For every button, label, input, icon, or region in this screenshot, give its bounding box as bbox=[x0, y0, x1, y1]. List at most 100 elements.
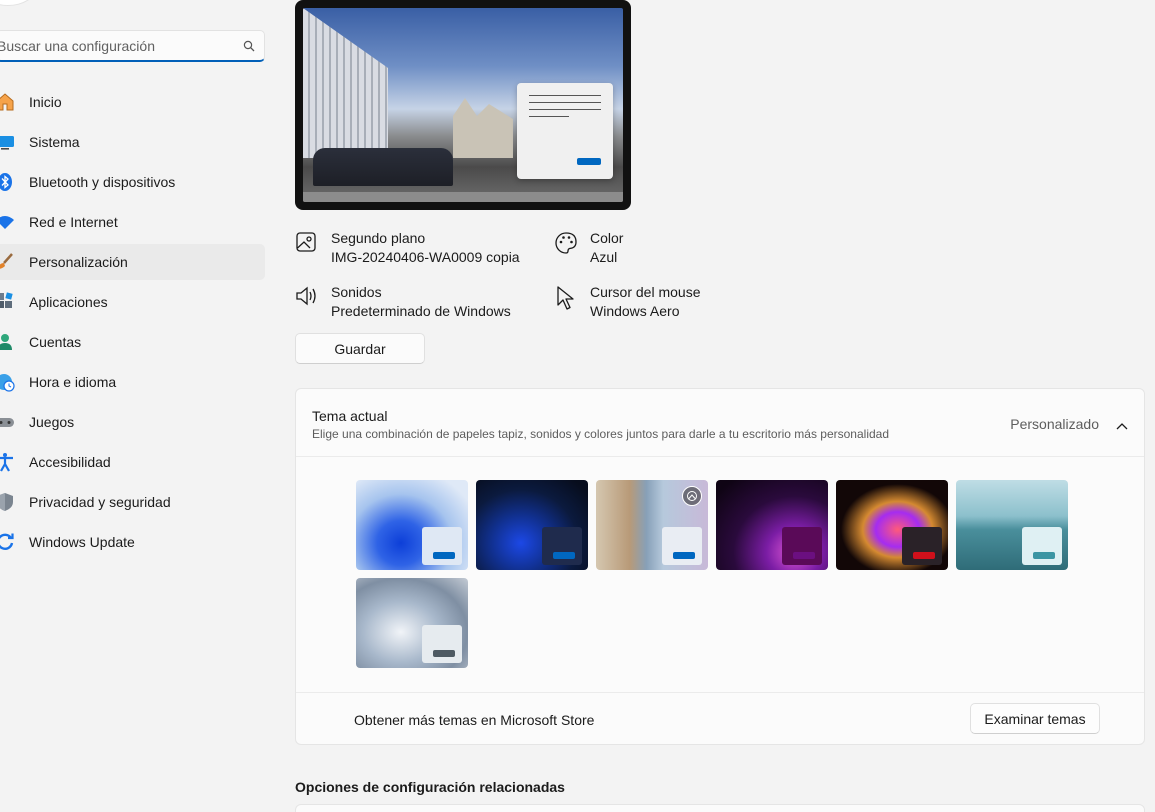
theme-thumbnail[interactable] bbox=[836, 480, 948, 570]
preview-window bbox=[517, 83, 613, 179]
theme-accent-bar bbox=[793, 552, 815, 559]
browse-themes-button[interactable]: Examinar temas bbox=[970, 703, 1100, 734]
theme-thumbnail[interactable] bbox=[356, 578, 468, 668]
gamepad-icon bbox=[0, 412, 16, 432]
sidebar-item-label: Personalización bbox=[29, 254, 128, 270]
sidebar-item-label: Juegos bbox=[29, 414, 75, 430]
background-setting[interactable]: Segundo plano IMG-20240406-WA0009 copia bbox=[295, 229, 535, 267]
sidebar-nav: Inicio Sistema Bluetooth y dispositivos … bbox=[0, 84, 265, 564]
theme-thumbnail[interactable] bbox=[716, 480, 828, 570]
preview-line bbox=[529, 116, 569, 117]
sidebar-item-label: Windows Update bbox=[29, 534, 135, 550]
theme-accent-bar bbox=[433, 552, 455, 559]
search-icon[interactable] bbox=[234, 40, 264, 52]
preview-button bbox=[577, 158, 601, 165]
theme-window-preview bbox=[422, 625, 462, 663]
accessibility-icon bbox=[0, 452, 16, 472]
sidebar-item-cuentas[interactable]: Cuentas bbox=[0, 324, 265, 360]
sidebar-item-label: Accesibilidad bbox=[29, 454, 111, 470]
sounds-value: Predeterminado de Windows bbox=[331, 303, 511, 319]
sidebar-item-aplicaciones[interactable]: Aplicaciones bbox=[0, 284, 265, 320]
background-title: Segundo plano bbox=[331, 230, 426, 246]
current-theme-card: Tema actual Elige una combinación de pap… bbox=[295, 388, 1145, 745]
wallpaper-road bbox=[303, 192, 623, 202]
speaker-icon bbox=[295, 285, 321, 310]
sidebar-item-windows-update[interactable]: Windows Update bbox=[0, 524, 265, 560]
shield-icon bbox=[0, 492, 16, 512]
search-input[interactable] bbox=[0, 31, 234, 60]
color-title: Color bbox=[590, 230, 624, 246]
theme-accent-bar bbox=[553, 552, 575, 559]
color-value: Azul bbox=[590, 249, 618, 265]
sidebar-item-label: Hora e idioma bbox=[29, 374, 117, 390]
sidebar-item-label: Red e Internet bbox=[29, 214, 118, 230]
current-theme-header[interactable]: Tema actual Elige una combinación de pap… bbox=[296, 389, 1144, 457]
store-text: Obtener más temas en Microsoft Store bbox=[354, 712, 595, 728]
sounds-title: Sonidos bbox=[331, 284, 382, 300]
sidebar-item-red[interactable]: Red e Internet bbox=[0, 204, 265, 240]
preview-line bbox=[529, 102, 601, 103]
theme-accent-bar bbox=[433, 650, 455, 657]
theme-thumbnail[interactable] bbox=[356, 480, 468, 570]
sidebar-item-juegos[interactable]: Juegos bbox=[0, 404, 265, 440]
current-theme-value: Personalizado bbox=[1010, 416, 1099, 432]
sidebar-item-label: Privacidad y seguridad bbox=[29, 494, 171, 510]
theme-thumbnail[interactable] bbox=[476, 480, 588, 570]
background-value: IMG-20240406-WA0009 copia bbox=[331, 249, 520, 265]
theme-window-preview bbox=[782, 527, 822, 565]
image-icon bbox=[295, 231, 317, 256]
cursor-title: Cursor del mouse bbox=[590, 284, 701, 300]
search-box[interactable] bbox=[0, 30, 265, 62]
sidebar-item-label: Inicio bbox=[29, 94, 62, 110]
wallpaper-building bbox=[303, 8, 388, 158]
theme-preview bbox=[295, 0, 631, 210]
theme-window-preview bbox=[662, 527, 702, 565]
current-theme-title: Tema actual bbox=[312, 408, 388, 424]
wifi-icon bbox=[0, 212, 16, 232]
preview-line bbox=[529, 109, 601, 110]
cursor-value: Windows Aero bbox=[590, 303, 680, 319]
preview-line bbox=[529, 95, 601, 96]
sidebar-item-sistema[interactable]: Sistema bbox=[0, 124, 265, 160]
user-avatar[interactable] bbox=[0, 0, 36, 6]
theme-window-preview bbox=[902, 527, 942, 565]
sidebar-item-label: Bluetooth y dispositivos bbox=[29, 174, 176, 190]
sidebar-item-accesibilidad[interactable]: Accesibilidad bbox=[0, 444, 265, 480]
apps-icon bbox=[0, 292, 16, 312]
sidebar-item-label: Aplicaciones bbox=[29, 294, 108, 310]
home-icon bbox=[0, 92, 16, 112]
sounds-setting[interactable]: Sonidos Predeterminado de Windows bbox=[295, 283, 535, 321]
cursor-icon bbox=[554, 285, 578, 314]
theme-window-preview bbox=[542, 527, 582, 565]
theme-accent-bar bbox=[913, 552, 935, 559]
sidebar-item-bluetooth[interactable]: Bluetooth y dispositivos bbox=[0, 164, 265, 200]
store-row: Obtener más temas en Microsoft Store Exa… bbox=[296, 692, 1144, 744]
theme-accent-bar bbox=[1033, 552, 1055, 559]
chevron-up-icon[interactable] bbox=[1116, 417, 1128, 435]
current-theme-subtitle: Elige una combinación de papeles tapiz, … bbox=[312, 427, 890, 441]
palette-icon bbox=[554, 231, 578, 258]
wallpaper-building bbox=[453, 98, 513, 158]
wallpaper-preview bbox=[303, 8, 623, 202]
save-button[interactable]: Guardar bbox=[295, 333, 425, 364]
theme-window-preview bbox=[1022, 527, 1062, 565]
update-icon bbox=[0, 532, 16, 552]
globe-clock-icon bbox=[0, 372, 16, 392]
theme-window-preview bbox=[422, 527, 462, 565]
spotlight-icon bbox=[682, 486, 702, 506]
theme-thumbnail[interactable] bbox=[596, 480, 708, 570]
theme-accent-bar bbox=[673, 552, 695, 559]
brush-icon bbox=[0, 252, 16, 272]
sidebar-item-privacidad[interactable]: Privacidad y seguridad bbox=[0, 484, 265, 520]
sidebar-item-label: Cuentas bbox=[29, 334, 82, 350]
sidebar-item-label: Sistema bbox=[29, 134, 80, 150]
sidebar-item-hora[interactable]: Hora e idioma bbox=[0, 364, 265, 400]
cursor-setting[interactable]: Cursor del mouse Windows Aero bbox=[554, 283, 754, 321]
monitor-icon bbox=[0, 132, 16, 152]
color-setting[interactable]: Color Azul bbox=[554, 229, 754, 267]
person-icon bbox=[0, 332, 16, 352]
theme-thumbnail[interactable] bbox=[956, 480, 1068, 570]
sidebar-item-inicio[interactable]: Inicio bbox=[0, 84, 265, 120]
sidebar-item-personalizacion[interactable]: Personalización bbox=[0, 244, 265, 280]
related-settings-card bbox=[295, 804, 1145, 812]
